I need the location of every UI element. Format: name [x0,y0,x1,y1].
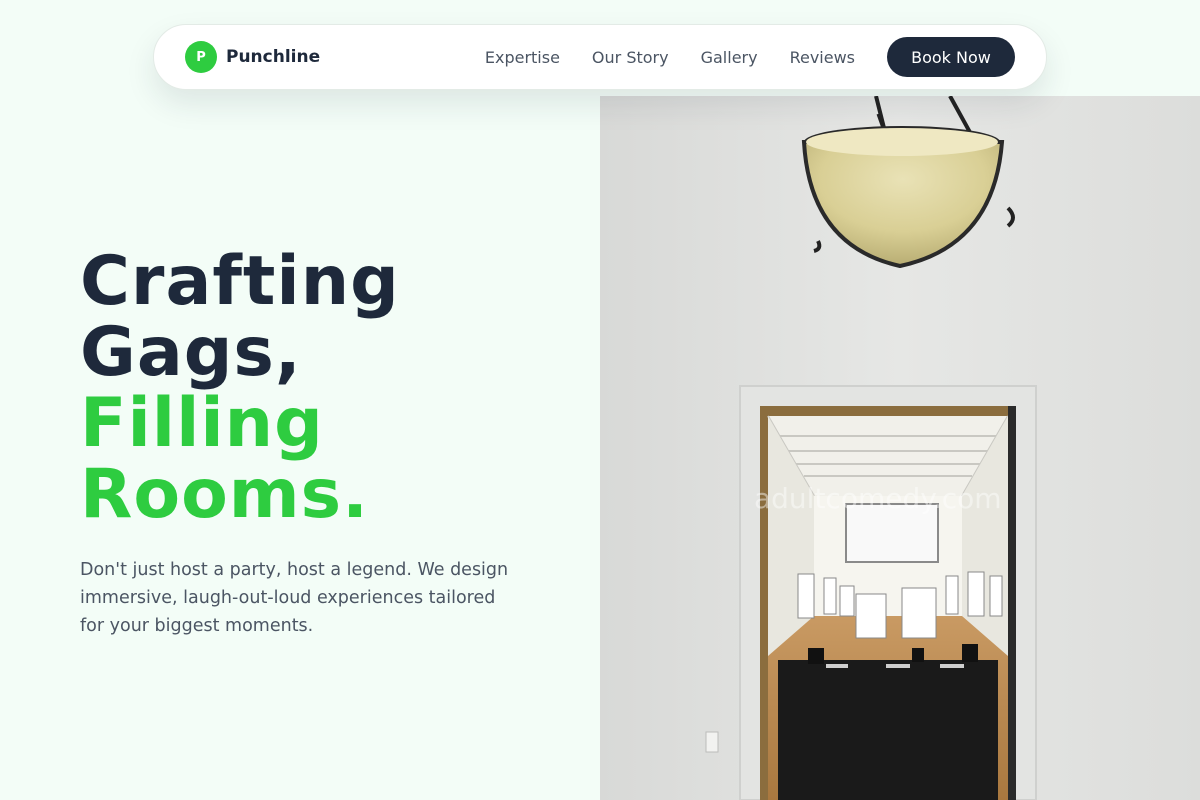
landing-page: P Punchline Expertise Our Story Gallery … [0,0,1200,800]
headline-line-2: Gags, [80,313,302,392]
brand-logo-icon: P [185,41,217,73]
image-watermark: adultcomedy.com [754,482,1002,515]
nav-link-reviews[interactable]: Reviews [790,48,855,67]
headline-line-3: Filling [80,384,324,463]
hero-text: Crafting Gags, Filling Rooms. Don't just… [80,246,540,658]
headline-line-1: Crafting [80,242,400,321]
brand[interactable]: P Punchline [185,41,320,73]
hero-venue-photo: adultcomedy.com [600,96,1200,800]
nav-link-expertise[interactable]: Expertise [485,48,560,67]
nav-links: Expertise Our Story Gallery Reviews Book… [485,37,1015,77]
top-navbar: P Punchline Expertise Our Story Gallery … [153,24,1047,90]
nav-link-gallery[interactable]: Gallery [701,48,758,67]
hero-headline: Crafting Gags, Filling Rooms. [80,246,540,530]
hero-subtext: Don't just host a party, host a legend. … [80,560,509,636]
headline-line-4: Rooms. [80,455,369,534]
nav-link-our-story[interactable]: Our Story [592,48,669,67]
brand-name: Punchline [226,47,321,67]
book-now-button[interactable]: Book Now [887,37,1015,77]
